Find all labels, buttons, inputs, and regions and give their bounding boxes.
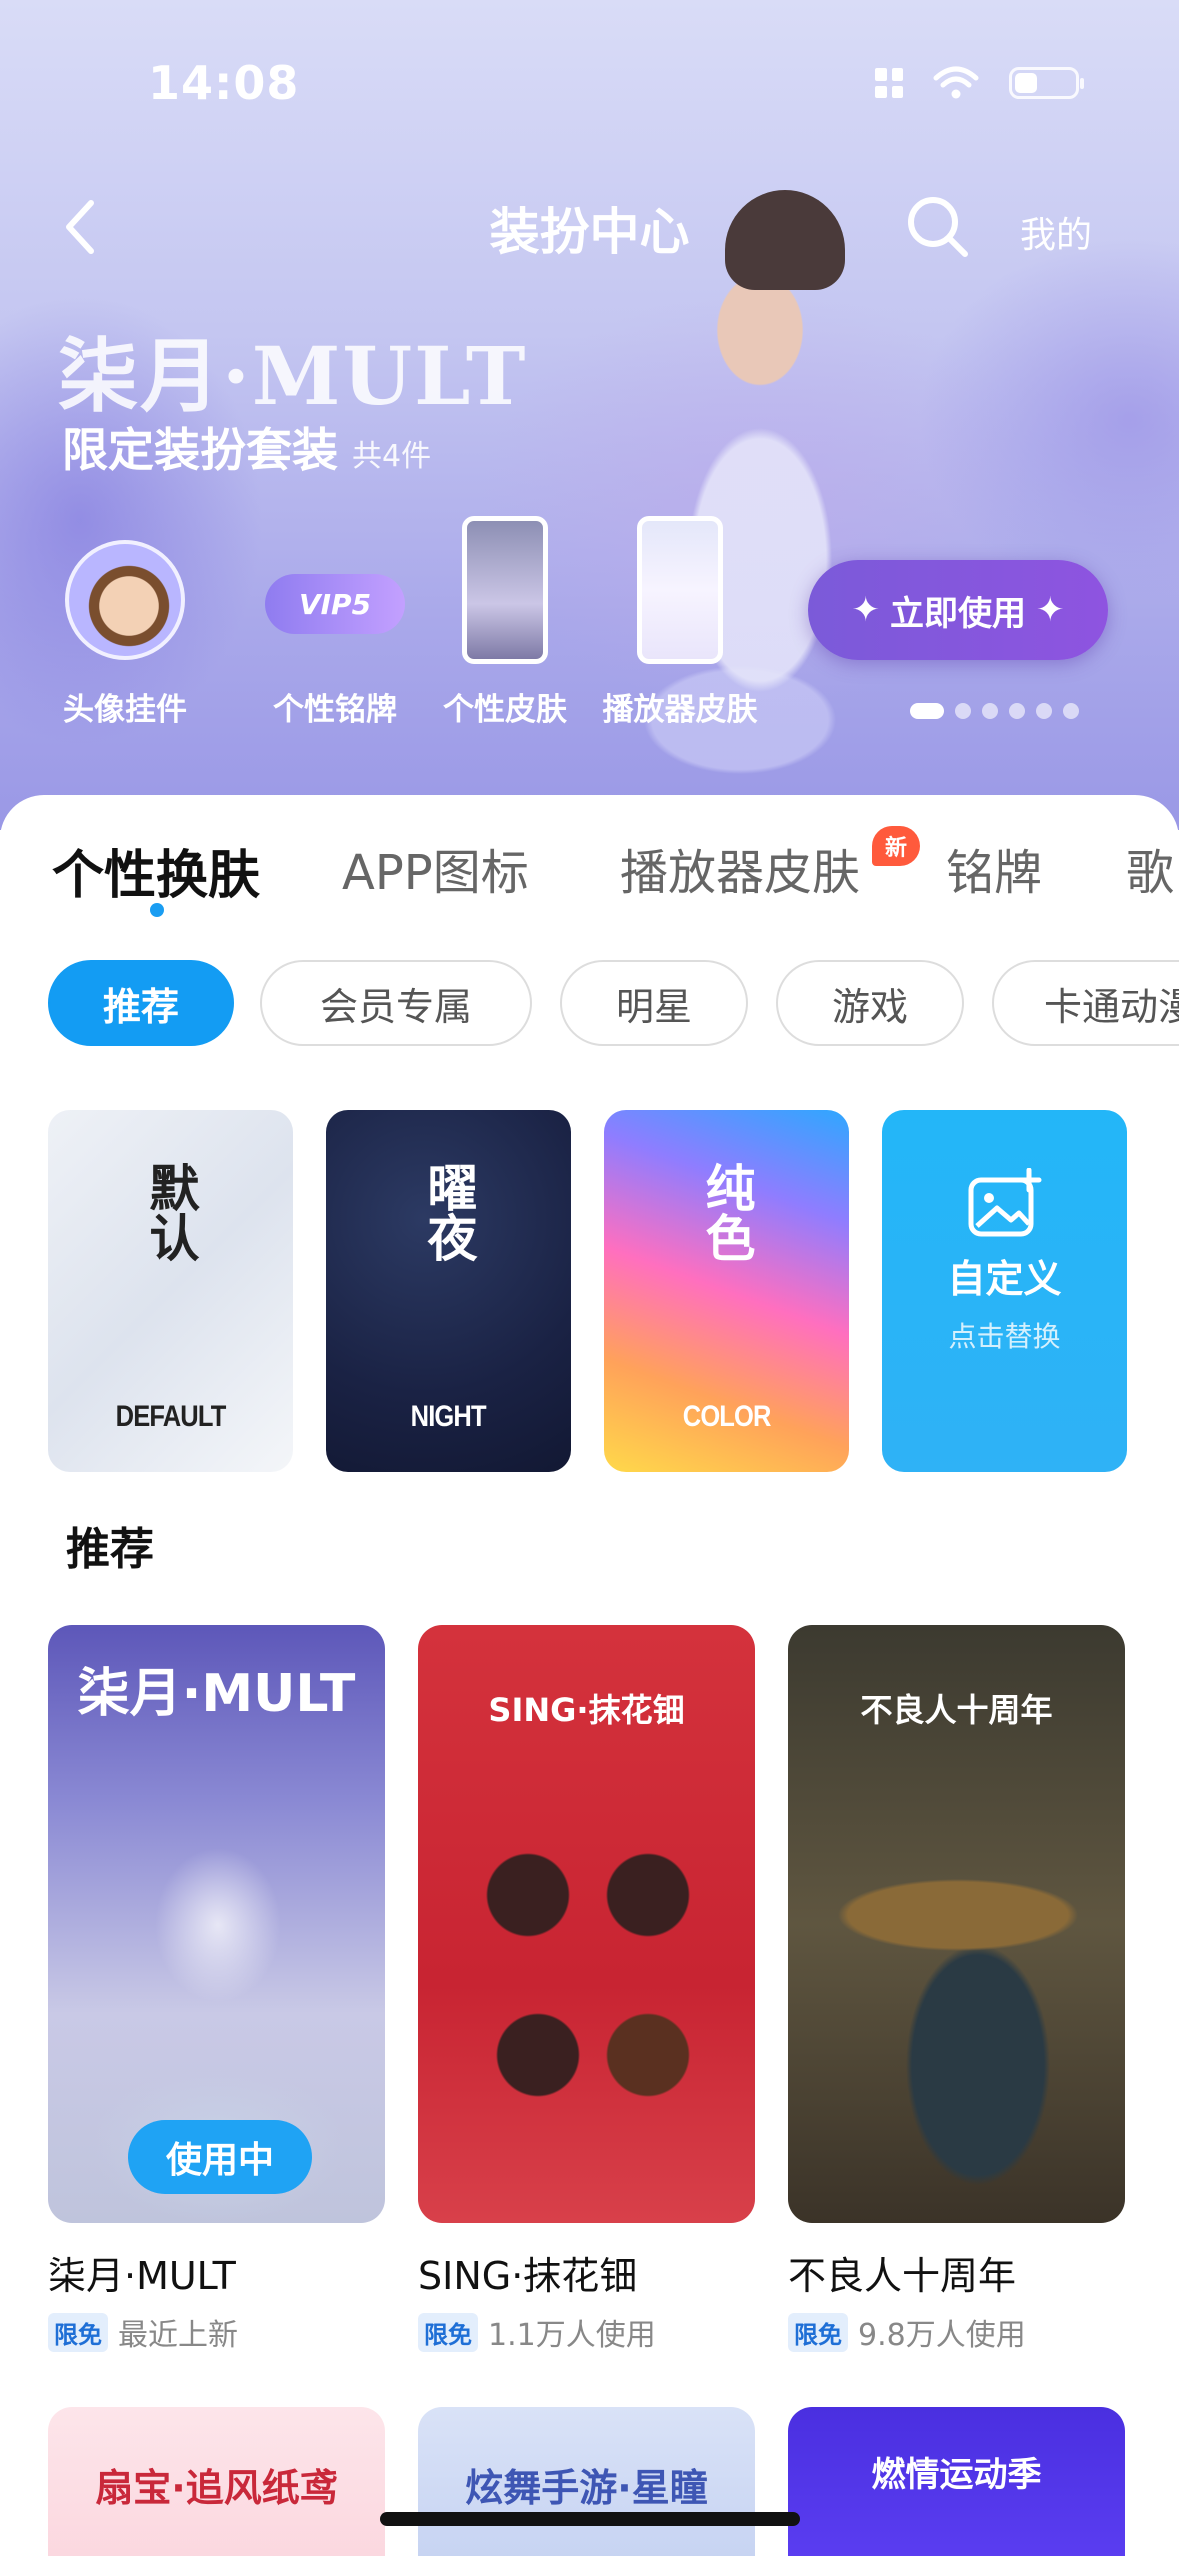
hero-item-nameplate[interactable]: VIP5 个性铭牌 [240, 510, 430, 728]
theme-en-label: DEFAULT [115, 1400, 227, 1433]
use-now-label: 立即使用 [890, 593, 1026, 634]
search-button[interactable] [905, 194, 971, 260]
status-time: 14:08 [148, 56, 300, 110]
skin-card-meta: 限免 9.8万人使用 [788, 2310, 1125, 2354]
theme-hint: 点击替换 [948, 1320, 1061, 1353]
skin-card-usage: 最近上新 [118, 2318, 238, 2353]
skin-card[interactable]: SING·抹花钿 SING·抹花钿 限免 1.1万人使用 [418, 1625, 755, 2354]
carousel-dot [955, 703, 971, 719]
hero-item-player-skin[interactable]: 播放器皮肤 [600, 510, 760, 728]
image-plus-icon [968, 1168, 1041, 1237]
mine-link[interactable]: 我的 [1020, 206, 1092, 258]
nameplate-thumb: VIP5 [265, 574, 405, 634]
hero-item-label: 播放器皮肤 [602, 692, 758, 728]
skin-thumb [462, 516, 548, 664]
tab-song[interactable]: 歌 [1126, 833, 1174, 903]
theme-night[interactable]: 曜夜 NIGHT [326, 1110, 571, 1472]
carousel-dot [982, 703, 998, 719]
theme-label: 自定义 [947, 1257, 1062, 1301]
theme-label: 曜夜 [419, 1162, 478, 1262]
skin-card-name: 柒月·MULT [48, 2254, 236, 2298]
hero-item-avatar-pendant[interactable]: 头像挂件 [60, 510, 190, 728]
skin-card[interactable]: 柒月·MULT 使用中 柒月·MULT 限免 最近上新 [48, 1625, 385, 2354]
category-tabs: 个性换肤 APP图标 播放器皮肤 铭牌 歌 [0, 833, 1179, 923]
hero-item-skin[interactable]: 个性皮肤 [443, 510, 567, 728]
recommend-grid-next-row: 扇宝·追风纸鸢 炫舞手游·星瞳 燃情运动季 [48, 2407, 1125, 2556]
skin-card-image-title: 不良人十周年 [860, 1691, 1053, 1729]
carousel-dot [1036, 703, 1052, 719]
hero-item-label: 头像挂件 [63, 692, 187, 728]
chip-member[interactable]: 会员专属 [260, 960, 532, 1046]
skin-card-image: 不良人十周年 [788, 1625, 1125, 2223]
tab-player-skin[interactable]: 播放器皮肤 [620, 833, 860, 903]
hero-subtitle-text: 限定装扮套装 [62, 423, 338, 477]
page-title: 装扮中心 [489, 203, 690, 261]
theme-custom[interactable]: 自定义 点击替换 [882, 1110, 1127, 1472]
theme-color[interactable]: 纯色 COLOR [604, 1110, 849, 1472]
status-icons [875, 66, 1084, 100]
skin-card-meta: 限免 最近上新 [48, 2310, 385, 2354]
hero-subtitle: 限定装扮套装 共4件 [62, 414, 431, 480]
hero-logo-text: 柒月·MULT [58, 329, 528, 423]
skin-card-image-title: 燃情运动季 [871, 2455, 1042, 2495]
skin-card-image-title: SING·抹花钿 [488, 1691, 685, 1729]
skin-card-image-title: 炫舞手游·星瞳 [465, 2466, 708, 2510]
skin-card[interactable]: 炫舞手游·星瞳 [418, 2407, 755, 2556]
filter-chips: 推荐 会员专属 明星 游戏 卡通动漫 [0, 960, 1179, 1050]
sparkle-icon: ✦ [1036, 590, 1065, 630]
skin-card-name: SING·抹花钿 [418, 2254, 638, 2298]
free-tag: 限免 [418, 2312, 478, 2352]
carousel-dots [910, 703, 1079, 719]
content-sheet: 个性换肤 APP图标 播放器皮肤 铭牌 歌 新 推荐 会员专属 明星 游戏 卡通… [0, 795, 1179, 2556]
hero-items: 头像挂件 VIP5 个性铭牌 个性皮肤 播放器皮肤 [60, 510, 760, 728]
skin-card-image: 柒月·MULT 使用中 [48, 1625, 385, 2223]
cellular-icon [875, 68, 903, 98]
theme-row: 默认 DEFAULT 曜夜 NIGHT 纯色 COLOR 自定义 点击替换 [48, 1110, 1127, 1472]
skin-card-usage: 1.1万人使用 [488, 2318, 656, 2353]
hero-item-label: 个性铭牌 [273, 692, 397, 728]
in-use-badge: 使用中 [128, 2120, 312, 2194]
use-now-button[interactable]: ✦ 立即使用 ✦ [808, 560, 1108, 660]
chip-cartoon[interactable]: 卡通动漫 [992, 960, 1179, 1046]
chip-game[interactable]: 游戏 [776, 960, 964, 1046]
skin-card-image-title: 柒月·MULT [77, 1664, 356, 1724]
tab-skin[interactable]: 个性换肤 [52, 833, 260, 908]
tab-app-icon[interactable]: APP图标 [342, 833, 529, 903]
active-tab-indicator [150, 903, 164, 917]
wifi-icon [933, 66, 979, 99]
tab-nameplate[interactable]: 铭牌 [946, 833, 1042, 903]
home-indicator[interactable] [380, 2512, 800, 2526]
theme-en-label: COLOR [682, 1400, 772, 1433]
section-title: 推荐 [66, 1524, 154, 1575]
hero-item-label: 个性皮肤 [443, 692, 567, 728]
skin-card-image-title: 扇宝·追风纸鸢 [95, 2466, 338, 2510]
player-skin-thumb [637, 516, 723, 664]
theme-label: 默认 [141, 1162, 200, 1262]
battery-icon [1009, 67, 1084, 99]
sparkle-icon: ✦ [851, 590, 881, 630]
chip-star[interactable]: 明星 [560, 960, 748, 1046]
carousel-dot [1063, 703, 1079, 719]
carousel-dot [910, 703, 944, 719]
new-badge: 新 [872, 826, 920, 866]
theme-default[interactable]: 默认 DEFAULT [48, 1110, 293, 1472]
skin-card-name: 不良人十周年 [788, 2254, 1017, 2298]
skin-card[interactable]: 扇宝·追风纸鸢 [48, 2407, 385, 2556]
skin-card-meta: 限免 1.1万人使用 [418, 2310, 755, 2354]
skin-card[interactable]: 燃情运动季 [788, 2407, 1125, 2556]
theme-en-label: NIGHT [410, 1400, 487, 1433]
hero-item-count: 共4件 [352, 439, 432, 474]
free-tag: 限免 [48, 2312, 108, 2352]
search-icon [908, 197, 968, 257]
skin-card[interactable]: 不良人十周年 不良人十周年 限免 9.8万人使用 [788, 1625, 1125, 2354]
skin-card-usage: 9.8万人使用 [858, 2318, 1026, 2353]
recommend-grid: 柒月·MULT 使用中 柒月·MULT 限免 最近上新 SING·抹花钿 SIN… [48, 1625, 1125, 2354]
carousel-dot [1009, 703, 1025, 719]
skin-card-image: SING·抹花钿 [418, 1625, 755, 2223]
hero-banner[interactable]: 14:08 装扮中心 我的 柒月·MULT 限定装扮套装 共4件 头像挂件 VIP… [0, 0, 1179, 830]
avatar-pendant-thumb [65, 540, 185, 660]
theme-label: 纯色 [697, 1162, 756, 1262]
free-tag: 限免 [788, 2312, 848, 2352]
chip-recommend[interactable]: 推荐 [48, 960, 234, 1046]
